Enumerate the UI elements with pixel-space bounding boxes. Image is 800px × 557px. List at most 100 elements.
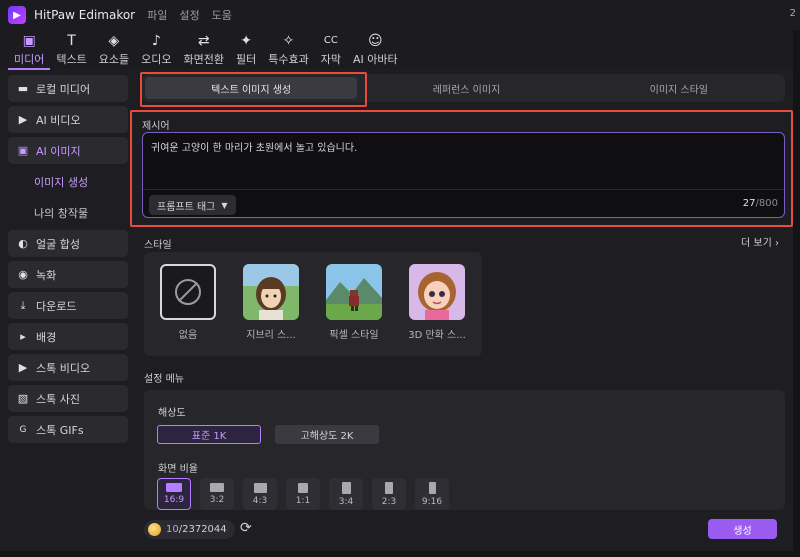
sidebar-item-label: 녹화 xyxy=(36,268,57,282)
tool-audio[interactable]: ♪ 오디오 xyxy=(135,30,177,70)
ratio-label: 2:3 xyxy=(381,496,397,507)
tool-text[interactable]: T 텍스트 xyxy=(50,30,92,70)
ratio-label: 1:1 xyxy=(295,495,311,506)
sidebar-item-record[interactable]: ◉ 녹화 xyxy=(8,261,128,288)
effects-icon: ✧ xyxy=(282,33,295,49)
ratio-2-3[interactable]: 2:3 xyxy=(372,478,406,510)
resolution-high-button[interactable]: 고해상도 2K xyxy=(275,425,379,444)
prompt-input[interactable]: 귀여운 고양이 한 마리가 초원에서 놀고 있습니다. 프롬프트 태그 ▼ 27… xyxy=(142,132,785,218)
tab-image-style[interactable]: 이미지 스타일 xyxy=(573,74,785,102)
prompt-text[interactable]: 귀여운 고양이 한 마리가 초원에서 놀고 있습니다. xyxy=(151,139,357,154)
sidebar-item-background[interactable]: ▸ 배경 xyxy=(8,323,128,350)
ratio-2-3-icon xyxy=(385,481,393,494)
sidebar-sub-image-generate[interactable]: 이미지 생성 xyxy=(8,168,128,195)
credits-used: 10 xyxy=(166,524,179,535)
ratio-3-2[interactable]: 3:2 xyxy=(200,478,234,510)
status-bar xyxy=(0,551,800,557)
style-card-3d-cartoon[interactable]: 3D 만화 스... xyxy=(408,264,466,341)
tool-media[interactable]: ▣ 미디어 xyxy=(8,30,51,70)
refresh-icon[interactable]: ⟳ xyxy=(240,520,252,536)
char-count-current: 27 xyxy=(742,198,756,209)
prompt-tag-button[interactable]: 프롬프트 태그 ▼ xyxy=(149,195,236,215)
sidebar-item-ai-image[interactable]: ▣ AI 이미지 xyxy=(8,137,128,164)
ai-video-icon: ▶ xyxy=(18,113,28,126)
style-name: 없음 xyxy=(178,330,198,341)
sidebar-item-label: 다운로드 xyxy=(36,299,77,313)
chevron-right-icon: › xyxy=(775,238,779,249)
tab-reference-image[interactable]: 레퍼런스 이미지 xyxy=(360,74,572,102)
sidebar-item-stock-photo[interactable]: ▧ 스톡 사진 xyxy=(8,385,128,412)
tool-label: 자막 xyxy=(320,53,341,66)
text-icon: T xyxy=(67,33,76,49)
sidebar-item-stock-video[interactable]: ▶ 스톡 비디오 xyxy=(8,354,128,381)
sidebar-item-stock-gifs[interactable]: G 스톡 GIFs xyxy=(8,416,128,443)
stock-photo-icon: ▧ xyxy=(17,392,29,405)
sidebar-item-label: 배경 xyxy=(36,330,57,344)
main-toolbar: ▣ 미디어 T 텍스트 ◈ 요소들 ♪ 오디오 ⇄ 화면전환 ✦ 필터 ✧ 특수… xyxy=(0,30,800,70)
style-card-none[interactable]: 없음 xyxy=(159,264,217,341)
style-card-ghibli[interactable]: 지브리 스... xyxy=(242,264,300,341)
tool-label: 요소들 xyxy=(98,53,130,66)
style-panel: 없음 지브리 스... 픽셀 스타일 3D 만화 스... xyxy=(144,252,482,356)
ai-image-icon: ▣ xyxy=(17,144,29,157)
tool-filter[interactable]: ✦ 필터 xyxy=(230,30,262,70)
sidebar-item-label: 로컬 미디어 xyxy=(36,82,91,96)
tool-ai-avatar[interactable]: ☺ AI 아바타 xyxy=(347,30,404,70)
style-label: 스타일 xyxy=(144,240,172,251)
sidebar-sub-my-creations[interactable]: 나의 창작물 xyxy=(8,199,128,226)
resolution-standard-button[interactable]: 표준 1K xyxy=(157,425,261,444)
sidebar-item-local-media[interactable]: ▬ 로컬 미디어 xyxy=(8,75,128,102)
ratio-4-3[interactable]: 4:3 xyxy=(243,478,277,510)
caret-down-icon: ▼ xyxy=(221,200,228,210)
ratio-4-3-icon xyxy=(253,482,267,493)
sidebar-item-ai-video[interactable]: ▶ AI 비디오 xyxy=(8,106,128,133)
record-icon: ◉ xyxy=(18,268,28,281)
aspect-ratio-label: 화면 비율 xyxy=(158,464,198,475)
gif-icon: G xyxy=(19,424,27,435)
sidebar: ▬ 로컬 미디어 ▶ AI 비디오 ▣ AI 이미지 이미지 생성 나의 창작물… xyxy=(8,75,128,447)
more-link[interactable]: 더 보기 › xyxy=(741,234,779,249)
style-card-pixel[interactable]: 픽셀 스타일 xyxy=(325,264,383,341)
prompt-label: 제시어 xyxy=(142,121,170,132)
sidebar-item-label: AI 비디오 xyxy=(36,113,81,127)
ratio-9-16[interactable]: 9:16 xyxy=(415,478,449,510)
filter-icon: ✦ xyxy=(240,33,252,49)
tab-text-to-image[interactable]: 텍스트 이미지 생성 xyxy=(145,77,358,99)
app-name: HitPaw Edimakor xyxy=(34,8,136,22)
tool-label: AI 아바타 xyxy=(352,53,398,66)
tool-elements[interactable]: ◈ 요소들 xyxy=(93,30,135,70)
tool-label: 오디오 xyxy=(141,53,172,66)
triangle-right-icon: ▸ xyxy=(20,330,26,343)
right-edge xyxy=(793,30,800,557)
ratio-3-4-icon xyxy=(341,481,351,494)
main-panel: 텍스트 이미지 생성 레퍼런스 이미지 이미지 스타일 제시어 귀여운 고양이 … xyxy=(130,70,793,557)
tool-label: 특수효과 xyxy=(268,53,309,66)
audio-icon: ♪ xyxy=(151,33,161,49)
sidebar-item-download[interactable]: ⤓ 다운로드 xyxy=(8,292,128,319)
subtitle-icon: CC xyxy=(323,35,338,46)
face-swap-icon: ◐ xyxy=(18,237,28,250)
ratio-9-16-icon xyxy=(428,481,436,494)
sidebar-item-label: 얼굴 합성 xyxy=(36,237,80,251)
sidebar-item-face-swap[interactable]: ◐ 얼굴 합성 xyxy=(8,230,128,257)
ratio-label: 3:2 xyxy=(209,495,225,505)
tool-subtitle[interactable]: CC 자막 xyxy=(315,30,347,70)
ratio-1-1[interactable]: 1:1 xyxy=(286,478,320,510)
menu-settings[interactable]: 설정 xyxy=(179,7,199,23)
tool-effects[interactable]: ✧ 특수효과 xyxy=(262,30,314,70)
sidebar-item-label: 스톡 GIFs xyxy=(36,423,84,437)
ghibli-thumbnail xyxy=(243,264,299,320)
download-icon: ⤓ xyxy=(20,298,26,312)
ratio-16-9-icon xyxy=(166,483,182,492)
tool-transition[interactable]: ⇄ 화면전환 xyxy=(178,30,230,70)
menu-help[interactable]: 도움 xyxy=(212,7,232,23)
corner-text: 2 xyxy=(789,8,796,19)
tool-label: 화면전환 xyxy=(183,53,224,66)
ratio-3-4[interactable]: 3:4 xyxy=(329,478,363,510)
ratio-1-1-icon xyxy=(298,482,308,493)
generate-button[interactable]: 생성 xyxy=(708,519,777,539)
ratio-16-9[interactable]: 16:9 xyxy=(157,478,191,510)
style-name: 픽셀 스타일 xyxy=(329,330,379,341)
menu-file[interactable]: 파일 xyxy=(147,7,167,23)
settings-label: 설정 메뉴 xyxy=(144,374,184,385)
